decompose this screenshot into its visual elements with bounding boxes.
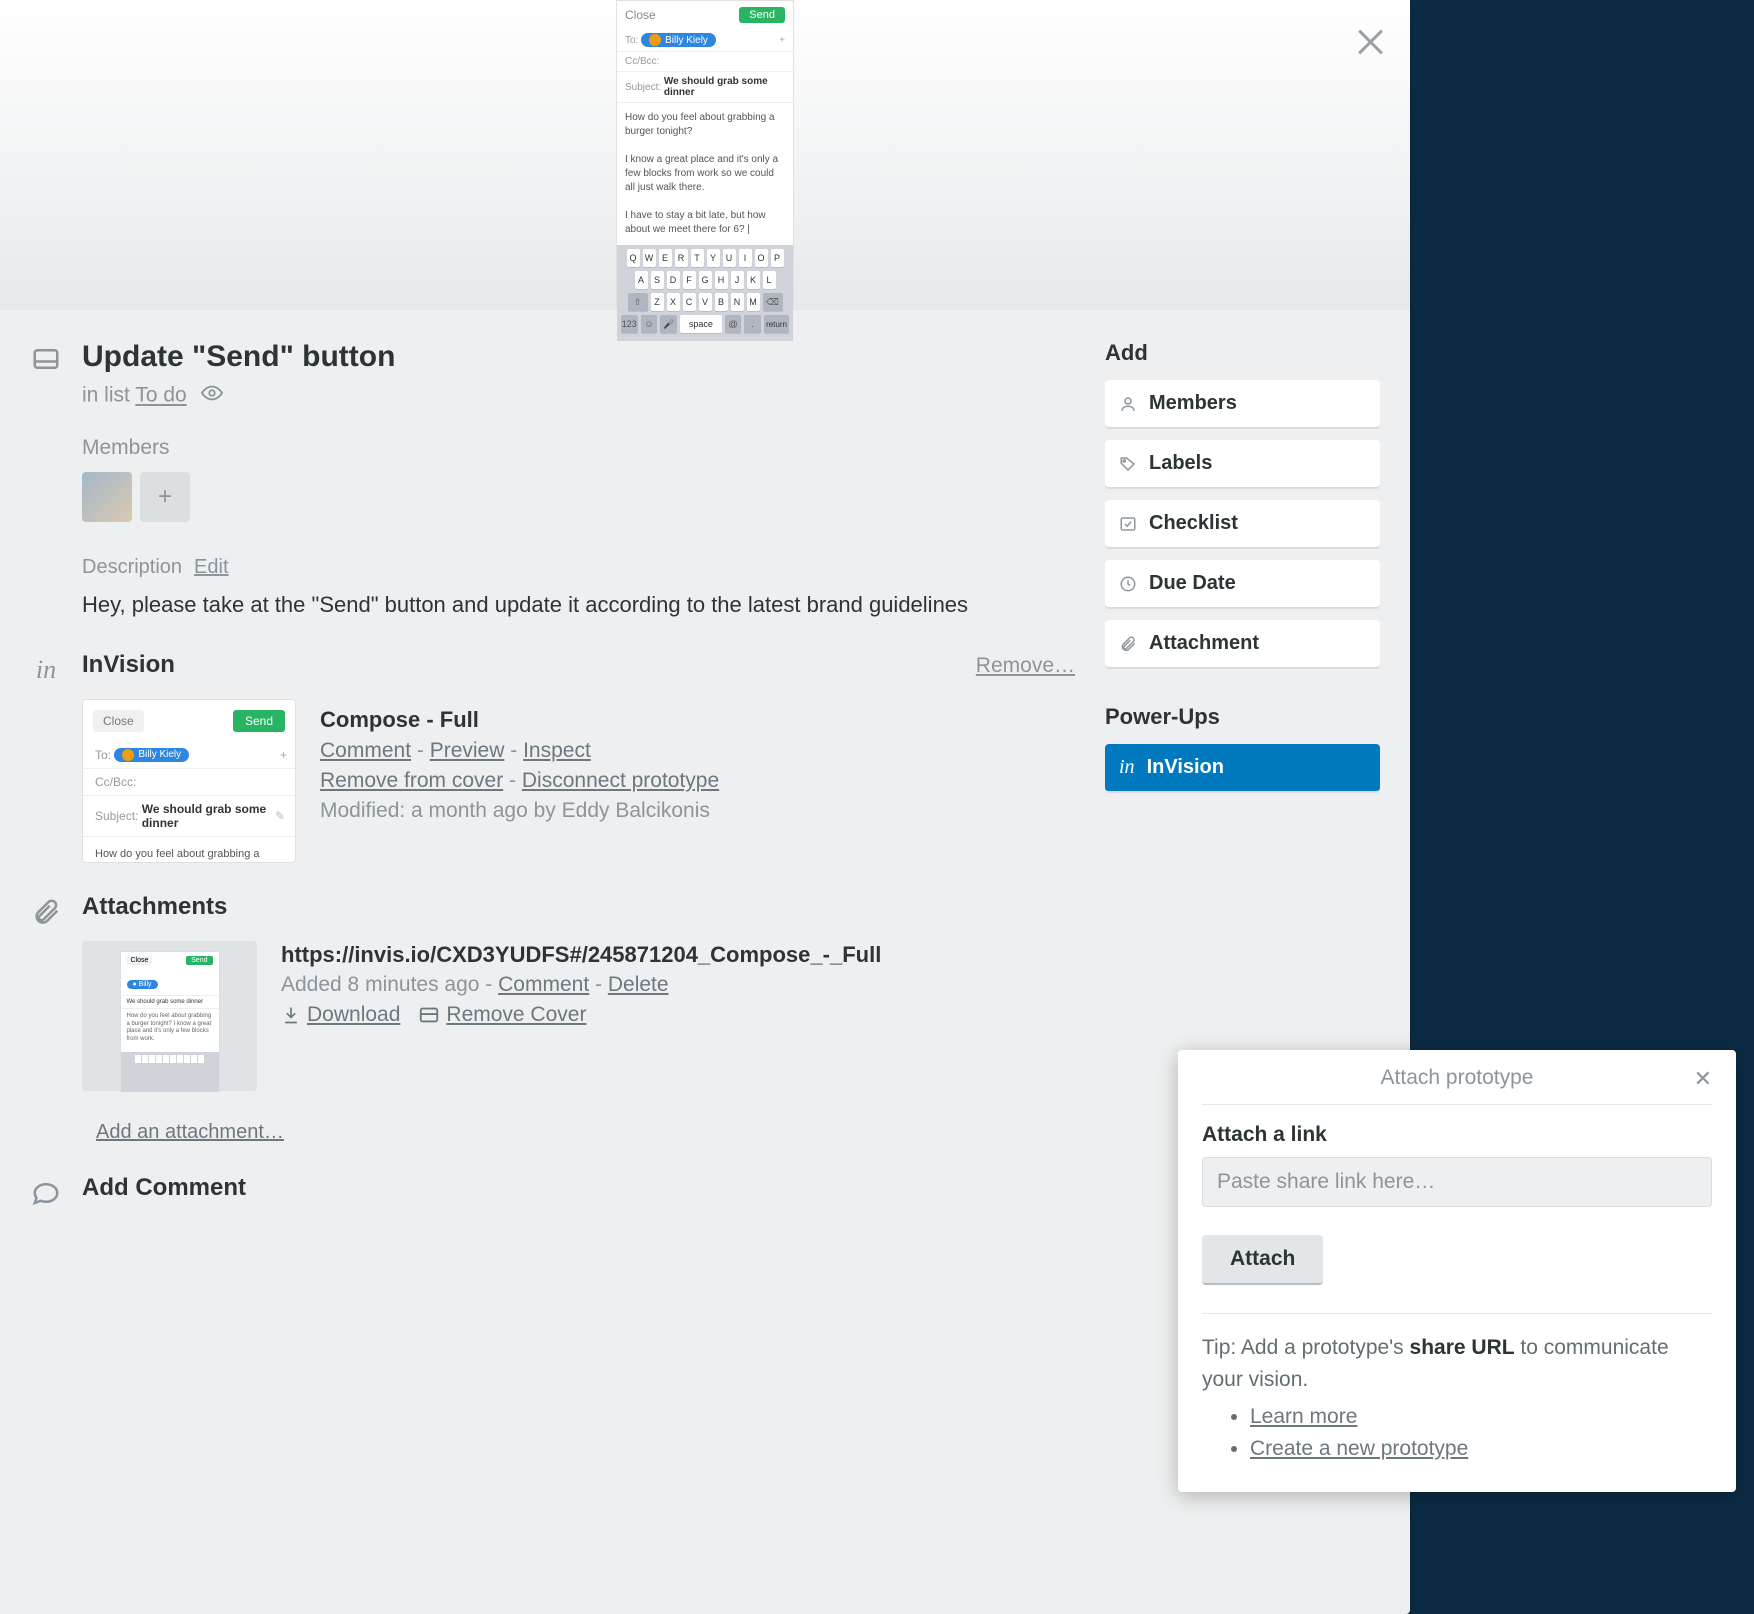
invision-thumbnail[interactable]: Close Send To: Billy Kiely+ Cc/Bcc: Subj…: [82, 699, 296, 863]
invision-remove-cover-link[interactable]: Remove from cover: [320, 769, 503, 792]
description-text[interactable]: Hey, please take at the "Send" button an…: [82, 589, 1075, 621]
powerup-invision-button[interactable]: in InVision: [1105, 744, 1380, 792]
description-edit-link[interactable]: Edit: [194, 556, 228, 579]
popup-label: Attach a link: [1202, 1123, 1712, 1147]
invision-disconnect-link[interactable]: Disconnect prototype: [522, 769, 719, 792]
attachment-delete-link[interactable]: Delete: [608, 973, 669, 996]
remove-cover-icon: [418, 1004, 440, 1026]
cover-mock-send: Send: [739, 7, 785, 23]
add-checklist-button[interactable]: Checklist: [1105, 500, 1380, 548]
checklist-icon: [1119, 515, 1137, 533]
powerups-heading: Power-Ups: [1105, 704, 1380, 730]
members-icon: [1119, 395, 1137, 413]
attachment-thumbnail[interactable]: CloseSend ● Billy We should grab some di…: [82, 941, 257, 1091]
invision-sidebar-icon: in: [1119, 756, 1135, 779]
card-title[interactable]: Update "Send" button: [82, 340, 1075, 374]
create-prototype-link[interactable]: Create a new prototype: [1250, 1437, 1468, 1460]
add-heading: Add: [1105, 340, 1380, 366]
add-attachment-button[interactable]: Attachment: [1105, 620, 1380, 668]
share-link-input[interactable]: [1202, 1157, 1712, 1207]
card-cover: Close Send To: Billy Kiely + Cc/Bcc: Sub…: [0, 0, 1410, 310]
description-label: Description: [82, 556, 182, 579]
add-members-button[interactable]: Members: [1105, 380, 1380, 428]
cover-mock-close: Close: [625, 8, 656, 22]
learn-more-link[interactable]: Learn more: [1250, 1405, 1357, 1428]
add-member-button[interactable]: +: [140, 472, 190, 522]
add-duedate-button[interactable]: Due Date: [1105, 560, 1380, 608]
add-attachment-link[interactable]: Add an attachment…: [96, 1121, 1075, 1144]
invision-item-title: Compose - Full: [320, 707, 1075, 733]
download-icon: [281, 1005, 301, 1025]
download-link[interactable]: Download: [307, 1003, 400, 1027]
cover-image: Close Send To: Billy Kiely + Cc/Bcc: Sub…: [616, 0, 794, 310]
attachment-icon: [31, 897, 61, 927]
invision-comment-link[interactable]: Comment: [320, 739, 411, 762]
add-comment-heading: Add Comment: [82, 1174, 1075, 1202]
add-labels-button[interactable]: Labels: [1105, 440, 1380, 488]
invision-remove-link[interactable]: Remove…: [976, 654, 1075, 678]
comment-icon: [31, 1178, 61, 1208]
invision-preview-link[interactable]: Preview: [430, 739, 505, 762]
attachments-heading: Attachments: [82, 893, 1075, 921]
attachment-sidebar-icon: [1119, 635, 1137, 653]
invision-heading: InVision: [82, 651, 175, 679]
popup-tip: Tip: Add a prototype's share URL to comm…: [1202, 1332, 1712, 1464]
card-icon: [31, 344, 61, 374]
attachment-title[interactable]: https://invis.io/CXD3YUDFS#/245871204_Co…: [281, 941, 1075, 970]
watch-icon[interactable]: [201, 382, 223, 410]
invision-inspect-link[interactable]: Inspect: [523, 739, 591, 762]
attachment-comment-link[interactable]: Comment: [498, 973, 589, 996]
invision-icon: in: [36, 655, 56, 685]
popup-close-icon[interactable]: ✕: [1694, 1066, 1712, 1092]
popup-title: Attach prototype: [1381, 1066, 1534, 1090]
attach-button[interactable]: Attach: [1202, 1235, 1323, 1285]
remove-cover-link[interactable]: Remove Cover: [446, 1003, 586, 1027]
member-avatar[interactable]: [82, 472, 132, 522]
card-list-meta: in list To do: [82, 382, 1075, 410]
invision-modified: Modified: a month ago by Eddy Balcikonis: [320, 799, 1075, 823]
attach-prototype-popup: Attach prototype ✕ Attach a link Attach …: [1178, 1050, 1736, 1492]
labels-icon: [1119, 455, 1137, 473]
attachment-added: Added 8 minutes ago -: [281, 973, 498, 996]
clock-icon: [1119, 575, 1137, 593]
close-icon[interactable]: [1352, 24, 1388, 60]
members-label: Members: [82, 436, 1075, 460]
cover-mock-keyboard: QWERTYUIOP ASDFGHJKL ⇧ZXCVBNM⌫ 123☺🎤spac…: [617, 245, 793, 341]
list-link[interactable]: To do: [135, 384, 186, 407]
